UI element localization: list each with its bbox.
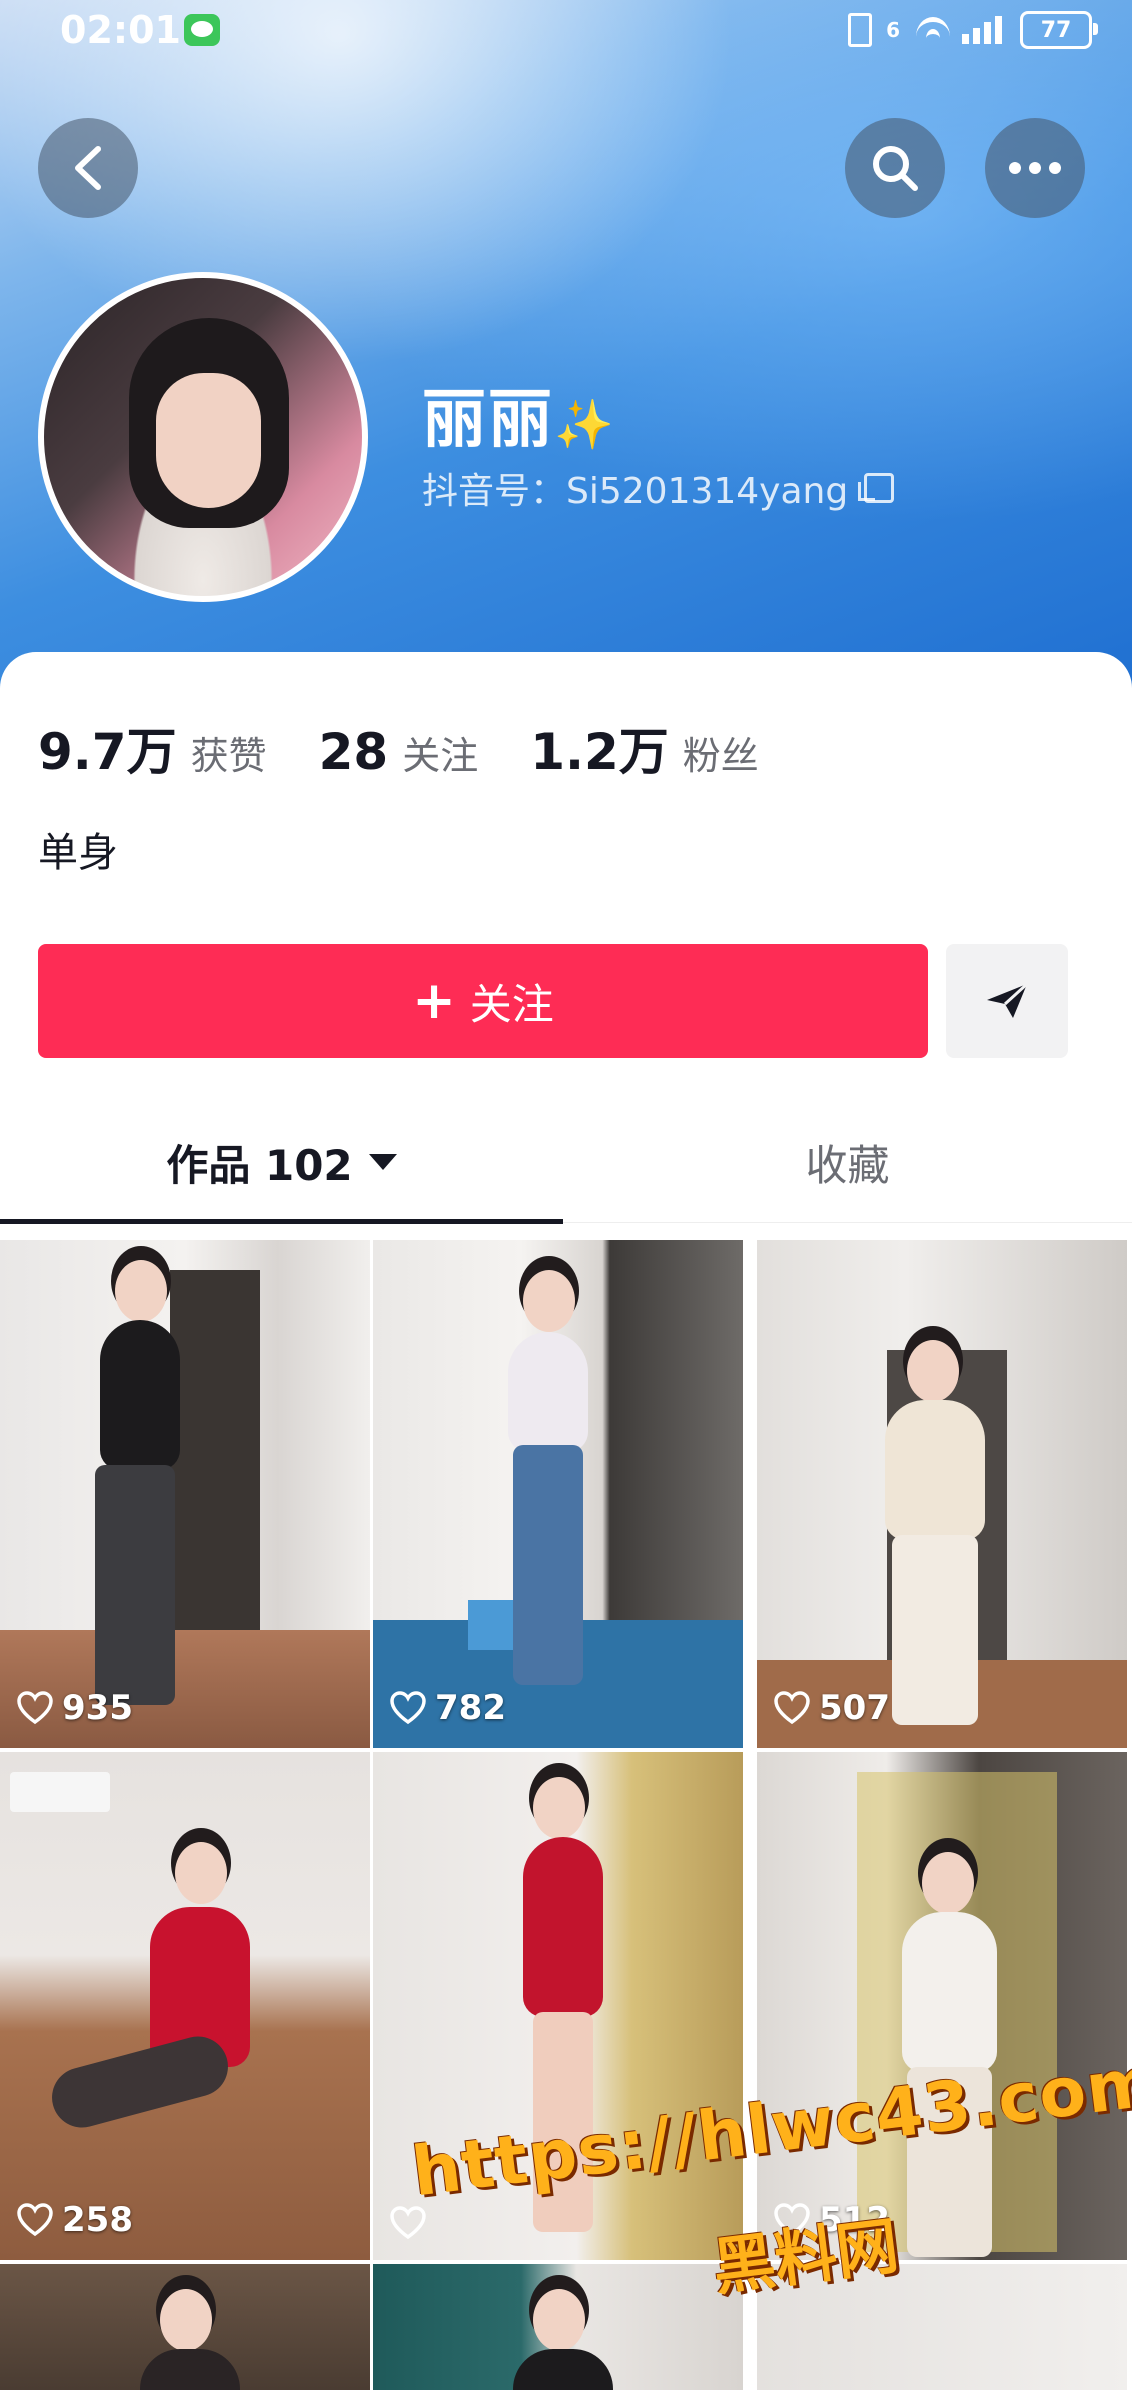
profile-bio: 单身 xyxy=(38,830,118,876)
chevron-left-icon xyxy=(75,146,101,190)
stat-label: 粉丝 xyxy=(682,734,759,778)
signal-icon xyxy=(962,16,1006,44)
stat-value: 28 xyxy=(318,723,389,781)
search-icon xyxy=(873,146,918,191)
video-likes-count: 258 xyxy=(62,2200,133,2240)
back-button[interactable] xyxy=(38,118,138,218)
tab-works-label: 作品 102 xyxy=(166,1140,353,1190)
plus-icon: + xyxy=(412,971,456,1031)
profile-name-text: 丽丽 xyxy=(422,383,554,457)
stat-value: 1.2万 xyxy=(530,723,669,781)
wechat-notification-icon xyxy=(184,14,220,46)
heart-icon xyxy=(17,1691,53,1725)
caret-down-icon xyxy=(368,1154,397,1170)
network-type: 6 xyxy=(886,18,900,42)
status-icons: 6 77 xyxy=(848,8,1098,52)
tab-works[interactable]: 作品 102 xyxy=(0,1102,563,1222)
follow-button-label: 关注 xyxy=(469,979,554,1029)
wifi-icon xyxy=(914,13,950,47)
video-tile[interactable] xyxy=(373,2264,743,2390)
search-button[interactable] xyxy=(845,118,945,218)
status-time: 02:01 xyxy=(60,8,181,52)
stat-label: 获赞 xyxy=(190,734,267,778)
bluetooth-battery-icon xyxy=(848,13,873,47)
video-tile[interactable] xyxy=(0,2264,370,2390)
video-tile[interactable]: 782 xyxy=(373,1240,743,1748)
heart-icon xyxy=(17,2203,53,2237)
heart-icon xyxy=(390,1691,426,1725)
stat-following[interactable]: 28 关注 xyxy=(319,723,479,781)
video-tile[interactable]: 935 xyxy=(0,1240,370,1748)
video-tile[interactable]: 507 xyxy=(757,1240,1127,1748)
tab-favorites[interactable]: 收藏 xyxy=(563,1102,1132,1222)
video-likes: 935 xyxy=(16,1688,133,1728)
video-likes: 258 xyxy=(16,2200,133,2240)
video-likes-count: 507 xyxy=(819,1688,890,1728)
tab-favorites-label: 收藏 xyxy=(805,1140,890,1190)
follow-button[interactable]: + 关注 xyxy=(38,944,928,1058)
avatar[interactable] xyxy=(38,272,368,602)
video-tile[interactable]: 512 xyxy=(757,1752,1127,2260)
send-arrow-icon xyxy=(987,982,1029,1018)
more-dots-icon xyxy=(1009,162,1061,174)
profile-name: 丽丽✨ xyxy=(422,368,616,460)
video-likes: 507 xyxy=(773,1688,890,1728)
heart-icon xyxy=(774,1691,810,1725)
stat-value: 9.7万 xyxy=(38,723,177,781)
more-button[interactable] xyxy=(985,118,1085,218)
video-likes: 782 xyxy=(389,1688,506,1728)
video-likes-count: 782 xyxy=(435,1688,506,1728)
video-tile[interactable]: 258 xyxy=(0,1752,370,2260)
douyin-id[interactable]: 抖音号：Si5201314yang xyxy=(422,462,895,514)
content-tabs: 作品 102 收藏 xyxy=(0,1102,1132,1224)
stat-label: 关注 xyxy=(402,734,479,778)
copy-icon[interactable] xyxy=(858,473,895,503)
profile-stats: 9.7万 获赞 28 关注 1.2万 粉丝 xyxy=(38,712,811,784)
stat-likes[interactable]: 9.7万 获赞 xyxy=(38,712,267,784)
active-tab-indicator xyxy=(0,1219,563,1224)
video-likes-count: 935 xyxy=(62,1688,133,1728)
sparkle-icon: ✨ xyxy=(554,397,616,453)
battery-icon: 77 xyxy=(1020,11,1098,49)
share-message-button[interactable] xyxy=(946,944,1068,1058)
stat-followers[interactable]: 1.2万 粉丝 xyxy=(530,712,759,784)
douyin-id-text: 抖音号：Si5201314yang xyxy=(422,471,849,512)
status-bar: 02:01 6 77 xyxy=(0,0,1132,62)
